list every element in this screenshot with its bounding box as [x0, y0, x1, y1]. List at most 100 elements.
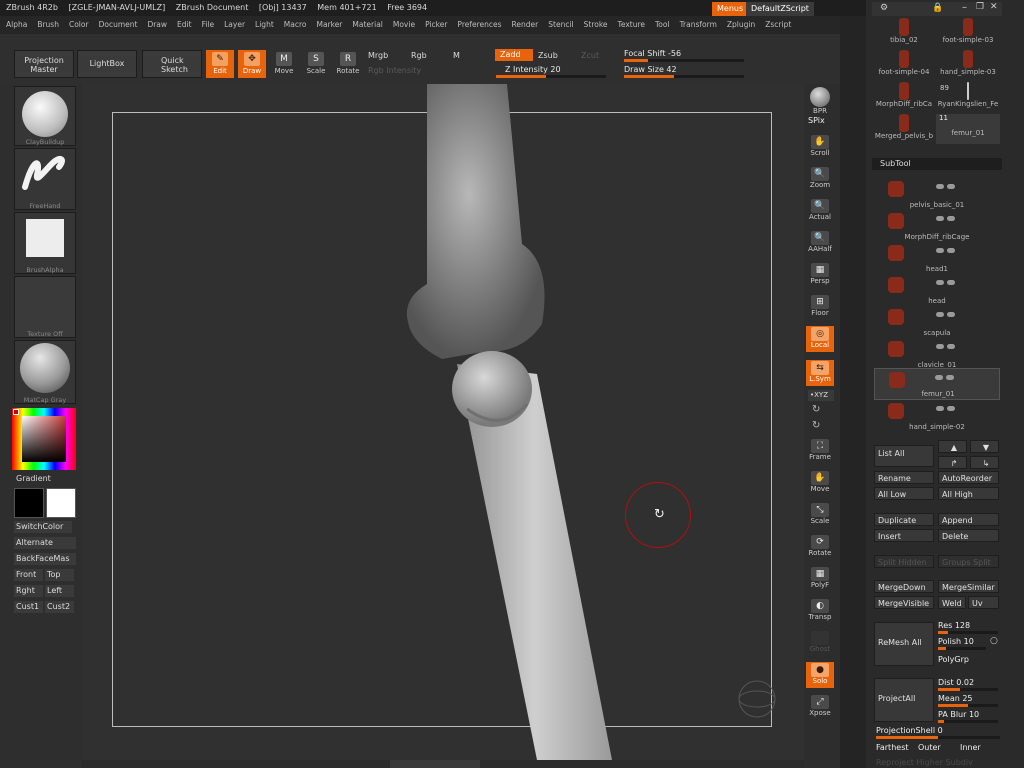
mean-track[interactable]: [938, 704, 998, 707]
move-down-arrow-icon[interactable]: ▼: [970, 440, 999, 453]
mean-slider[interactable]: Mean 25: [938, 694, 973, 703]
menu-item[interactable]: Edit: [177, 20, 192, 29]
quick-sketch-button[interactable]: Quick Sketch: [142, 50, 202, 78]
move-view-button[interactable]: ✋ Move: [806, 470, 834, 496]
main-color-swatch[interactable]: [46, 488, 76, 518]
subtool-item[interactable]: head: [874, 274, 1000, 306]
draw-size-slider[interactable]: Draw Size 42: [624, 65, 677, 74]
delete-button[interactable]: Delete: [938, 529, 999, 542]
scroll-button[interactable]: ✋ Scroll: [806, 134, 834, 160]
projection-shell-track[interactable]: [876, 736, 1000, 739]
menu-item[interactable]: Light: [255, 20, 274, 29]
project-all-button[interactable]: ProjectAll: [874, 678, 934, 722]
subtool-item[interactable]: hand_simple-02: [874, 400, 1000, 432]
persp-button[interactable]: ▦ Persp: [806, 262, 834, 288]
menu-item[interactable]: Brush: [37, 20, 59, 29]
edit-tool-button[interactable]: ✎ Edit: [206, 50, 234, 78]
menu-item[interactable]: Tool: [655, 20, 670, 29]
insert-button[interactable]: Insert: [874, 529, 934, 542]
help-icon[interactable]: ⚙: [880, 3, 888, 13]
local-button[interactable]: ◎ Local: [806, 326, 834, 352]
material-selector[interactable]: MatCap Gray: [14, 340, 76, 404]
lock-icon[interactable]: 🔒: [932, 3, 943, 13]
list-all-button[interactable]: List All: [874, 445, 934, 467]
front-view-button[interactable]: Front: [14, 569, 43, 581]
subtool-item[interactable]: scapula: [874, 306, 1000, 338]
focal-shift-track[interactable]: [624, 59, 744, 62]
menu-item[interactable]: Draw: [147, 20, 167, 29]
menu-item[interactable]: Macro: [284, 20, 307, 29]
rename-button[interactable]: Rename: [874, 471, 934, 484]
menus-button[interactable]: Menus: [712, 2, 749, 16]
secondary-color-swatch[interactable]: [14, 488, 44, 518]
append-button[interactable]: Append: [938, 513, 999, 526]
merge-similar-button[interactable]: MergeSimilar: [938, 580, 999, 593]
axis-rotate-z-icon[interactable]: ↻: [812, 420, 820, 431]
tool-library-item-4[interactable]: hand_simple-03: [936, 50, 1000, 80]
menu-item[interactable]: Material: [352, 20, 382, 29]
rgb-toggle[interactable]: Rgb: [411, 51, 427, 60]
subtool-item[interactable]: clavicle_01: [874, 338, 1000, 370]
subtool-toggle-icons[interactable]: [936, 343, 996, 349]
right-view-button[interactable]: Rght: [14, 585, 43, 597]
subtool-toggle-icons[interactable]: [936, 405, 996, 411]
remesh-all-button[interactable]: ReMesh All: [874, 622, 934, 666]
transp-button[interactable]: ◐ Transp: [806, 598, 834, 624]
tool-library-item-1[interactable]: tibia_02: [872, 18, 936, 48]
uv-toggle[interactable]: Uv: [968, 596, 999, 609]
spix-slider[interactable]: SPix: [808, 116, 825, 125]
ghost-button[interactable]: Ghost: [806, 630, 834, 656]
move-last-arrow-icon[interactable]: ↳: [970, 456, 999, 469]
projection-master-button[interactable]: Projection Master: [14, 50, 74, 78]
lightbox-button[interactable]: LightBox: [77, 50, 137, 78]
xyz-axis-toggle[interactable]: •XYZ: [808, 390, 834, 401]
custom1-view-button[interactable]: Cust1: [14, 601, 43, 613]
menu-item[interactable]: Preferences: [457, 20, 501, 29]
close-icon[interactable]: ✕: [990, 2, 998, 12]
weld-toggle[interactable]: Weld: [938, 596, 966, 609]
menu-item[interactable]: Zplugin: [727, 20, 755, 29]
menu-item[interactable]: Render: [512, 20, 539, 29]
menu-item[interactable]: Marker: [316, 20, 342, 29]
aahalf-button[interactable]: 🔍 AAHalf: [806, 230, 834, 256]
subtool-toggle-icons[interactable]: [936, 279, 996, 285]
tool-library-item-7[interactable]: Merged_pelvis_b: [872, 114, 936, 144]
tool-library-item-6[interactable]: RyanKingslien_Fe: [936, 82, 1000, 112]
outer-toggle[interactable]: Outer: [918, 743, 941, 752]
tool-library-item-5[interactable]: MorphDiff_ribCa: [872, 82, 936, 112]
move-up-arrow-icon[interactable]: ▲: [938, 440, 967, 453]
tool-library-item-3[interactable]: foot-simple-04: [872, 50, 936, 80]
canvas-viewport[interactable]: ↻: [82, 84, 804, 760]
rotate-tool-button[interactable]: R Rotate: [334, 50, 362, 78]
brush-selector[interactable]: ClayBuildup: [14, 86, 76, 146]
merge-down-button[interactable]: MergeDown: [874, 580, 934, 593]
draw-tool-button[interactable]: ✥ Draw: [238, 50, 266, 78]
move-first-arrow-icon[interactable]: ↱: [938, 456, 967, 469]
subtool-item[interactable]: MorphDiff_ribCage: [874, 210, 1000, 242]
inner-toggle[interactable]: Inner: [960, 743, 981, 752]
polygrp-toggle[interactable]: PolyGrp: [938, 655, 969, 664]
autoreorder-button[interactable]: AutoReorder: [938, 471, 999, 484]
alternate-toggle[interactable]: Alternate: [14, 537, 76, 549]
stroke-selector[interactable]: FreeHand: [14, 148, 76, 210]
menu-item[interactable]: Zscript: [765, 20, 791, 29]
menu-item[interactable]: Transform: [680, 20, 717, 29]
split-hidden-button[interactable]: Split Hidden: [874, 555, 934, 568]
groups-split-button[interactable]: Groups Split: [938, 555, 999, 568]
subtool-toggle-icons[interactable]: [936, 247, 996, 253]
mrgb-toggle[interactable]: Mrgb: [368, 51, 388, 60]
switch-color-button[interactable]: SwitchColor: [14, 521, 72, 533]
z-intensity-track[interactable]: [496, 75, 606, 78]
rotate-view-button[interactable]: ⟳ Rotate: [806, 534, 834, 560]
bpr-button[interactable]: BPR: [806, 86, 834, 115]
zsub-toggle[interactable]: Zsub: [538, 51, 558, 60]
menu-item[interactable]: File: [202, 20, 215, 29]
reproject-higher-subdiv-button[interactable]: Reproject Higher Subdiv: [876, 758, 1000, 767]
axis-rotate-y-icon[interactable]: ↻: [812, 404, 820, 415]
actual-button[interactable]: 🔍 Actual: [806, 198, 834, 224]
default-zscript-button[interactable]: DefaultZScript: [746, 2, 814, 16]
subtool-toggle-icons[interactable]: [935, 374, 995, 380]
scale-view-button[interactable]: ⤡ Scale: [806, 502, 834, 528]
xpose-button[interactable]: ⤢ Xpose: [806, 694, 834, 720]
color-picker-hue-ring[interactable]: [12, 408, 76, 470]
